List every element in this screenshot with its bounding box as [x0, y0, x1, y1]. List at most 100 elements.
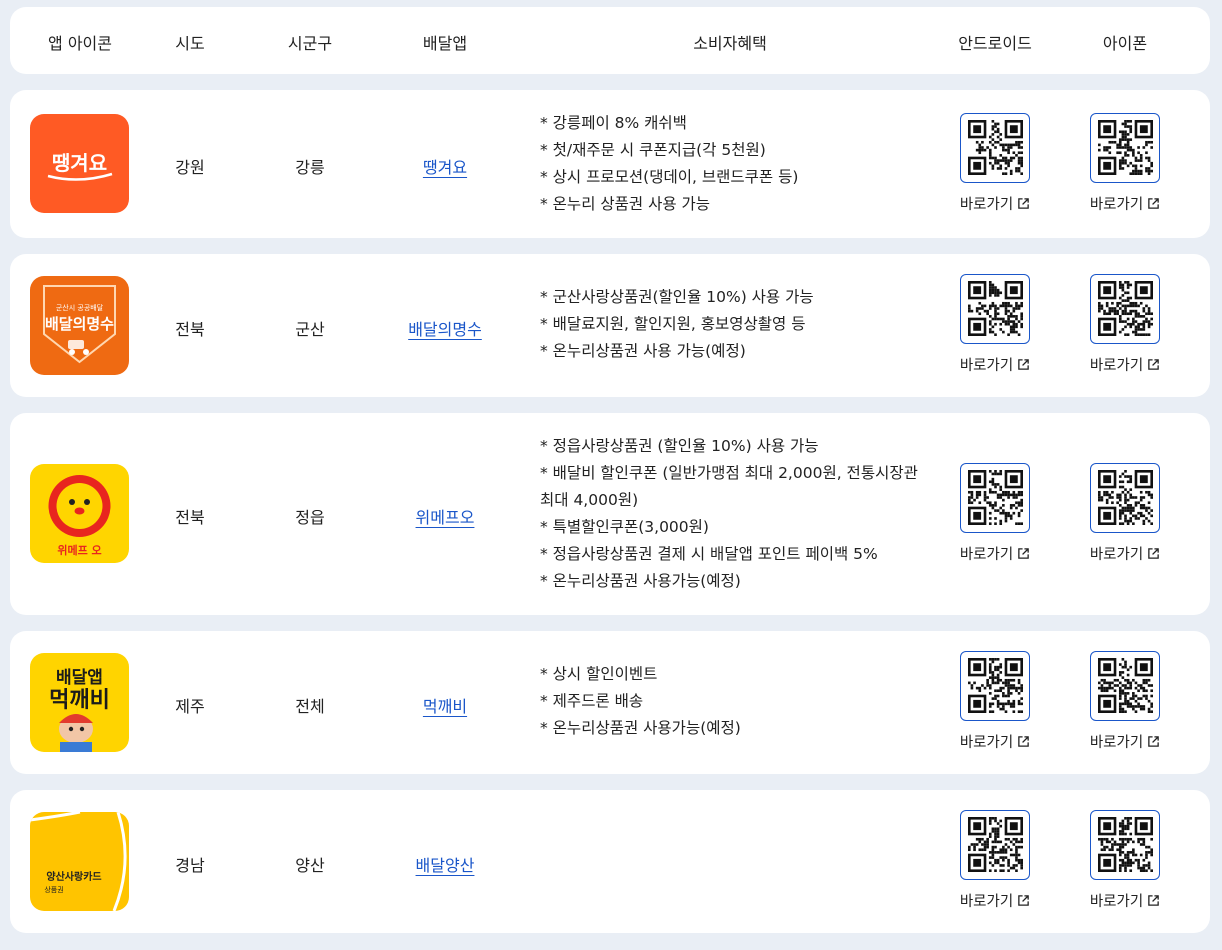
logo-subtext: 상품권 — [44, 885, 63, 894]
benefit-list: * 상시 할인이벤트 * 제주드론 배송 * 온누리상품권 사용가능(예정) — [540, 661, 920, 742]
benefit-item: * 상시 프로모션(댕데이, 브랜드쿠폰 등) — [540, 168, 799, 186]
table-row: 땡겨요 강원 강릉 땡겨요 * 강릉페이 8% 캐쉬백 * 첫/재주문 시 쿠폰… — [10, 90, 1210, 238]
table-row: 양산사랑카드 상품권 경남 양산 배달양산 바로가기 바로가기 — [10, 790, 1210, 933]
external-link-icon — [1018, 198, 1029, 209]
benefit-item: * 정읍사랑상품권 (할인율 10%) 사용 가능 — [540, 437, 819, 455]
sigungu-cell: 군산 — [295, 320, 325, 339]
benefit-list: * 군산사랑상품권(할인율 10%) 사용 가능 * 배달료지원, 할인지원, … — [540, 284, 920, 365]
header-iphone: 아이폰 — [1102, 34, 1148, 53]
iphone-download: 바로가기 — [1075, 810, 1175, 911]
android-download: 바로가기 — [945, 274, 1045, 375]
app-link-baedal-yangsan[interactable]: 배달양산 — [375, 852, 515, 876]
iphone-qr-code[interactable] — [1090, 810, 1160, 880]
benefit-item: * 첫/재주문 시 쿠폰지급(각 5천원) — [540, 141, 766, 159]
android-go-link[interactable]: 바로가기 — [960, 543, 1030, 564]
external-link-icon — [1148, 198, 1159, 209]
external-link-icon — [1018, 736, 1029, 747]
sigungu-cell: 전체 — [295, 697, 325, 716]
iphone-download: 바로가기 — [1075, 463, 1175, 564]
android-go-link[interactable]: 바로가기 — [960, 890, 1030, 911]
logo-text: 양산사랑카드 — [46, 870, 101, 883]
app-link-wemakeprice-o[interactable]: 위메프오 — [375, 504, 515, 528]
logo-text: 땡겨요 — [52, 151, 107, 175]
sido-cell: 전북 — [175, 320, 205, 339]
benefit-item: * 군산사랑상품권(할인율 10%) 사용 가능 — [540, 288, 814, 306]
go-label: 바로가기 — [959, 735, 1014, 751]
go-label: 바로가기 — [959, 894, 1014, 910]
benefit-list: * 정읍사랑상품권 (할인율 10%) 사용 가능 * 배달비 할인쿠폰 (일반… — [540, 433, 920, 595]
baedal-myeongsu-logo: 군산시 공공배달 배달의명수 — [30, 276, 129, 375]
go-label: 바로가기 — [1089, 894, 1144, 910]
iphone-qr-code[interactable] — [1090, 113, 1160, 183]
iphone-go-link[interactable]: 바로가기 — [1090, 731, 1160, 752]
android-qr-code[interactable] — [960, 651, 1030, 721]
meokkaebi-logo: 배달앱 먹깨비 — [30, 653, 129, 752]
external-link-icon — [1148, 895, 1159, 906]
android-qr-code[interactable] — [960, 463, 1030, 533]
iphone-qr-code[interactable] — [1090, 274, 1160, 344]
baedal-yangsan-logo: 양산사랑카드 상품권 — [30, 812, 129, 911]
android-go-link[interactable]: 바로가기 — [960, 731, 1030, 752]
benefit-item: * 온누리상품권 사용가능(예정) — [540, 719, 741, 737]
external-link-icon — [1148, 736, 1159, 747]
go-label: 바로가기 — [959, 358, 1014, 374]
header-sido: 시도 — [175, 34, 205, 53]
table-row: 군산시 공공배달 배달의명수 전북 군산 배달의명수 * 군산사랑상품권(할인율… — [10, 254, 1210, 397]
go-label: 바로가기 — [1089, 735, 1144, 751]
benefit-list: * 강릉페이 8% 캐쉬백 * 첫/재주문 시 쿠폰지급(각 5천원) * 상시… — [540, 110, 920, 218]
benefit-item: * 온누리 상품권 사용 가능 — [540, 195, 711, 213]
app-link-meokkaebi[interactable]: 먹깨비 — [375, 693, 515, 717]
sido-cell: 경남 — [175, 856, 205, 875]
iphone-go-link[interactable]: 바로가기 — [1090, 890, 1160, 911]
android-download: 바로가기 — [945, 651, 1045, 752]
go-label: 바로가기 — [1089, 197, 1144, 213]
logo-text-2: 먹깨비 — [49, 688, 110, 713]
iphone-download: 바로가기 — [1075, 651, 1175, 752]
logo-text: 배달의명수 — [45, 315, 114, 333]
logo-text: 배달앱 — [56, 667, 103, 688]
app-link-ttaenggyeoyo[interactable]: 땡겨요 — [375, 154, 515, 178]
logo-subtext: 군산시 공공배달 — [56, 303, 104, 312]
benefit-item: * 정읍사랑상품권 결제 시 배달앱 포인트 페이백 5% — [540, 545, 878, 563]
app-link-baedal-myeongsu[interactable]: 배달의명수 — [375, 316, 515, 340]
go-label: 바로가기 — [959, 547, 1014, 563]
benefit-item: * 강릉페이 8% 캐쉬백 — [540, 114, 687, 132]
sido-cell: 전북 — [175, 508, 205, 527]
iphone-qr-code[interactable] — [1090, 651, 1160, 721]
benefit-item: * 온누리상품권 사용 가능(예정) — [540, 342, 746, 360]
external-link-icon — [1018, 548, 1029, 559]
iphone-go-link[interactable]: 바로가기 — [1090, 354, 1160, 375]
android-download: 바로가기 — [945, 113, 1045, 214]
logo-text: 위메프 오 — [57, 543, 101, 557]
iphone-download: 바로가기 — [1075, 113, 1175, 214]
android-go-link[interactable]: 바로가기 — [960, 354, 1030, 375]
table-header: 앱 아이콘 시도 시군구 배달앱 소비자혜택 안드로이드 아이폰 — [10, 7, 1210, 74]
android-download: 바로가기 — [945, 463, 1045, 564]
benefit-item: * 온누리상품권 사용가능(예정) — [540, 572, 741, 590]
sigungu-cell: 강릉 — [295, 158, 325, 177]
header-delivery-app: 배달앱 — [422, 34, 468, 53]
go-label: 바로가기 — [1089, 358, 1144, 374]
android-qr-code[interactable] — [960, 113, 1030, 183]
external-link-icon — [1148, 359, 1159, 370]
iphone-go-link[interactable]: 바로가기 — [1090, 193, 1160, 214]
android-qr-code[interactable] — [960, 810, 1030, 880]
sido-cell: 강원 — [175, 158, 205, 177]
iphone-go-link[interactable]: 바로가기 — [1090, 543, 1160, 564]
ttaenggyeoyo-logo: 땡겨요 — [30, 114, 129, 213]
header-consumer-benefit: 소비자혜택 — [693, 34, 767, 53]
android-go-link[interactable]: 바로가기 — [960, 193, 1030, 214]
header-sigungu: 시군구 — [287, 34, 333, 53]
iphone-qr-code[interactable] — [1090, 463, 1160, 533]
external-link-icon — [1018, 895, 1029, 906]
benefit-item: * 특별할인쿠폰(3,000원) — [540, 518, 709, 536]
table-row: 위메프 오 전북 정읍 위메프오 * 정읍사랑상품권 (할인율 10%) 사용 … — [10, 413, 1210, 615]
go-label: 바로가기 — [959, 197, 1014, 213]
sigungu-cell: 정읍 — [295, 508, 325, 527]
sido-cell: 제주 — [175, 697, 205, 716]
table-row: 배달앱 먹깨비 제주 전체 먹깨비 * 상시 할인이벤트 * 제주드론 배송 *… — [10, 631, 1210, 774]
benefit-item: * 배달비 할인쿠폰 (일반가맹점 최대 2,000원, 전통시장관 최대 4,… — [540, 464, 918, 509]
iphone-download: 바로가기 — [1075, 274, 1175, 375]
wemakeprice-o-logo: 위메프 오 — [30, 464, 129, 563]
android-qr-code[interactable] — [960, 274, 1030, 344]
